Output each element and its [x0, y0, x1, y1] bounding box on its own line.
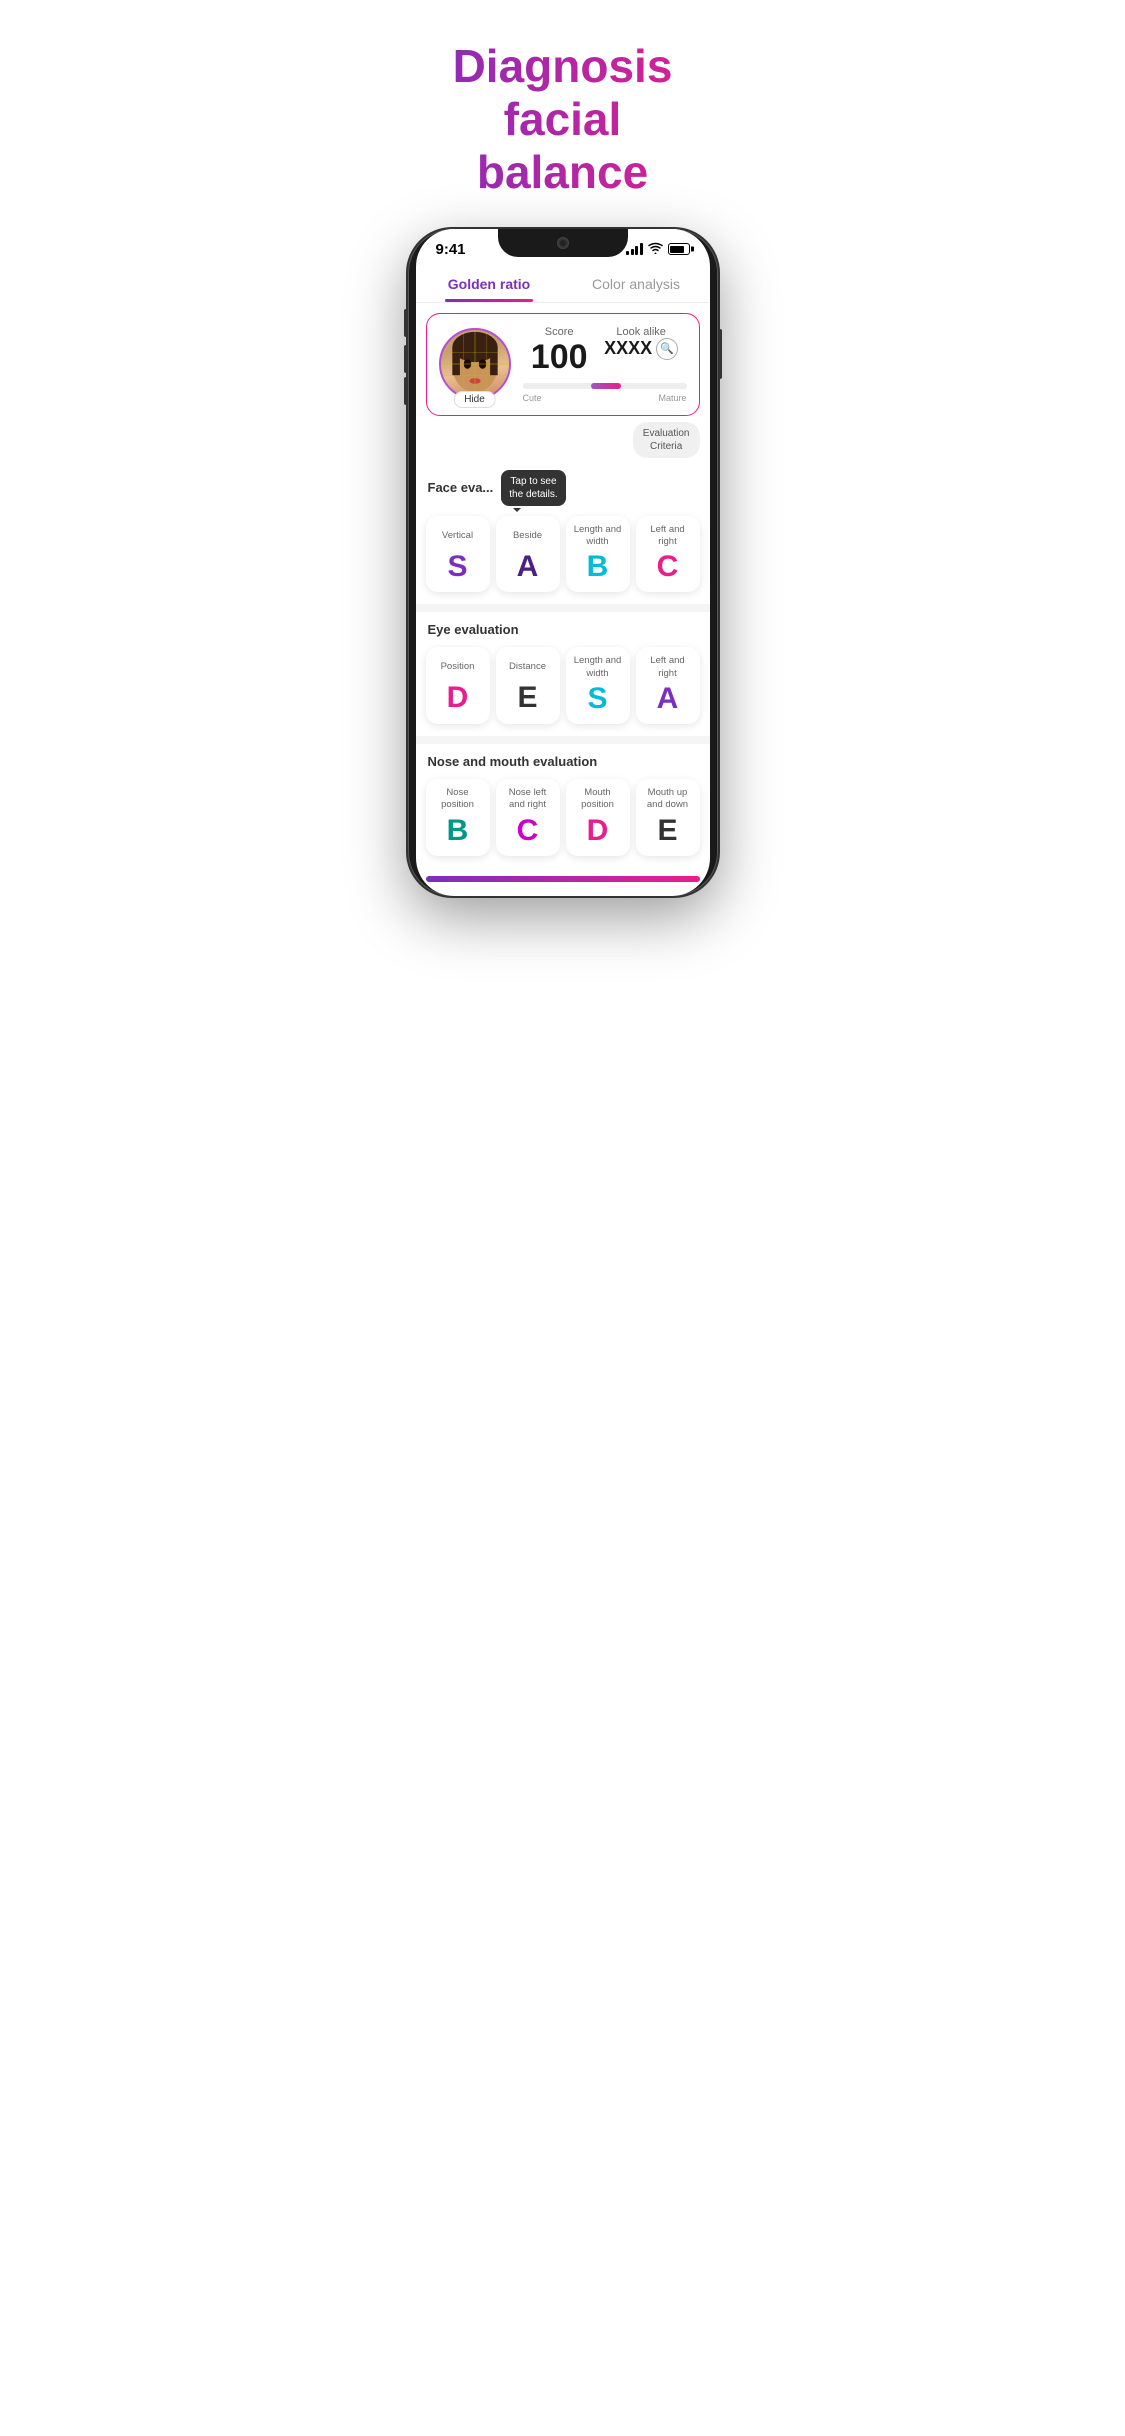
status-time: 9:41 — [436, 241, 466, 258]
hero-title: Diagnosis facial balance — [375, 0, 750, 219]
status-icons — [626, 242, 690, 257]
grade-card-label: Beside — [513, 524, 542, 548]
grade-letter: B — [447, 816, 469, 846]
grade-card-vertical[interactable]: Vertical S — [426, 516, 490, 593]
grade-card-left-right[interactable]: Left andright C — [636, 516, 700, 593]
grade-letter: B — [587, 552, 609, 582]
grade-card-label: Length andwidth — [574, 655, 622, 680]
status-bar: 9:41 — [416, 229, 710, 262]
grade-letter: E — [517, 683, 537, 713]
score-card: Hide Score 100 Look alike XXXX — [426, 313, 700, 416]
grade-letter: S — [447, 552, 467, 582]
grade-letter: E — [657, 816, 677, 846]
progress-fill — [591, 383, 621, 389]
grade-card-nose-position[interactable]: Noseposition B — [426, 779, 490, 856]
grade-card-label: Mouth upand down — [647, 787, 688, 812]
tab-color-analysis[interactable]: Color analysis — [563, 268, 710, 302]
grade-card-mouth-up-down[interactable]: Mouth upand down E — [636, 779, 700, 856]
grade-letter: D — [587, 816, 609, 846]
signal-bars-icon — [626, 243, 643, 255]
lookalike-row: XXXX 🔍 — [604, 338, 678, 360]
avatar — [439, 328, 511, 400]
score-info: Score 100 Look alike XXXX 🔍 — [523, 326, 687, 403]
tabs-bar: Golden ratio Color analysis — [416, 262, 710, 303]
nose-mouth-evaluation-grid: Noseposition B Nose leftand right C Mout… — [416, 773, 710, 866]
battery-fill — [670, 246, 684, 253]
grade-card-label: Left andright — [650, 524, 684, 549]
grade-card-eye-length-width[interactable]: Length andwidth S — [566, 647, 630, 724]
nose-mouth-evaluation-title: Nose and mouth evaluation — [416, 746, 710, 773]
section-divider-1 — [416, 604, 710, 612]
score-label: Score — [531, 326, 588, 338]
eval-criteria-button[interactable]: EvaluationCriteria — [633, 422, 700, 458]
progress-label-left: Cute — [523, 393, 542, 403]
score-section: Score 100 — [531, 326, 588, 377]
grade-card-mouth-position[interactable]: Mouthposition D — [566, 779, 630, 856]
grade-letter: S — [587, 684, 607, 714]
score-value: 100 — [531, 338, 588, 377]
grade-card-label: Noseposition — [441, 787, 474, 812]
grade-letter: A — [657, 684, 679, 714]
eval-criteria-section: EvaluationCriteria — [426, 422, 700, 458]
grade-card-eye-distance[interactable]: Distance E — [496, 647, 560, 724]
hide-button[interactable]: Hide — [453, 391, 496, 408]
search-icon[interactable]: 🔍 — [656, 338, 678, 360]
grade-card-beside[interactable]: Beside A — [496, 516, 560, 593]
eye-evaluation-title: Eye evaluation — [416, 614, 710, 641]
tab-golden-ratio[interactable]: Golden ratio — [416, 268, 563, 302]
grade-card-label: Position — [441, 655, 475, 679]
page-wrapper: Diagnosis facial balance 9:41 — [375, 0, 750, 916]
grade-letter: A — [517, 552, 539, 582]
grade-card-label: Length andwidth — [574, 524, 622, 549]
grade-card-label: Mouthposition — [581, 787, 614, 812]
grade-card-length-width[interactable]: Length andwidth B — [566, 516, 630, 593]
score-progress: Cute Mature — [523, 383, 687, 403]
eye-evaluation-grid: Position D Distance E Length andwidth S … — [416, 641, 710, 734]
face-evaluation-grid: Vertical S Beside A Length andwidth B Le… — [416, 510, 710, 603]
notch-cutout — [498, 229, 628, 257]
face-evaluation-header: Face eva... Tap to seethe details. — [416, 464, 710, 510]
battery-icon — [668, 243, 690, 255]
grade-card-label: Nose leftand right — [509, 787, 547, 812]
tooltip-bubble: Tap to seethe details. — [501, 470, 565, 506]
wifi-icon — [648, 242, 663, 257]
grade-card-eye-position[interactable]: Position D — [426, 647, 490, 724]
grade-card-label: Vertical — [442, 524, 473, 548]
lookalike-name: XXXX — [604, 338, 652, 359]
phone-screen: 9:41 — [416, 229, 710, 896]
phone-wrapper: 9:41 — [375, 219, 750, 916]
phone-frame: 9:41 — [408, 229, 718, 896]
grade-card-nose-left-right[interactable]: Nose leftand right C — [496, 779, 560, 856]
section-divider-2 — [416, 736, 710, 744]
grade-letter: C — [657, 552, 679, 582]
notch-camera — [558, 238, 568, 248]
grade-card-eye-left-right[interactable]: Left andright A — [636, 647, 700, 724]
grade-card-label: Distance — [509, 655, 546, 679]
bottom-gradient-bar — [426, 876, 700, 882]
progress-label-right: Mature — [658, 393, 686, 403]
progress-labels: Cute Mature — [523, 393, 687, 403]
grade-letter: D — [447, 683, 469, 713]
progress-bar — [523, 383, 687, 389]
score-row: Score 100 Look alike XXXX 🔍 — [523, 326, 687, 377]
face-evaluation-title: Face eva... — [428, 480, 494, 495]
grade-card-label: Left andright — [650, 655, 684, 680]
lookalike-label: Look alike — [604, 326, 678, 338]
lookalike-section: Look alike XXXX 🔍 — [604, 326, 678, 377]
avatar-face — [441, 330, 509, 398]
grade-letter: C — [517, 816, 539, 846]
